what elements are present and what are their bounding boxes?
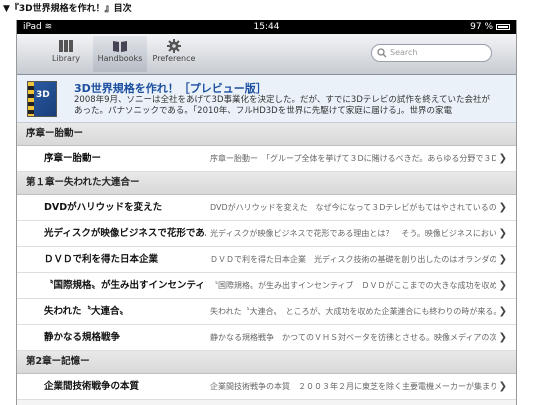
toc-row-preview: 企業間技術戦争の本質 ２００３年２月に東芝を除く主要電機メーカーが集まり	[210, 382, 496, 391]
toc-row[interactable]: 〝国際規格〟が生み出すインセンティブ 〝国際規格〟が生み出すインセンティブ ＤＶ…	[17, 273, 516, 299]
chevron-right-icon: ❯	[498, 153, 507, 164]
toc-row-preview: 序章ー胎動ー 「グループ全体を挙げて３Dに賭けるべきだ。あらゆる分野で３Dに対応…	[210, 154, 496, 163]
book-cover-text: 3D	[36, 90, 50, 100]
chevron-right-icon: ❯	[498, 381, 507, 392]
section-header: 第2章ー記憶ー	[17, 351, 516, 374]
chevron-right-icon: ❯	[498, 280, 507, 291]
chevron-right-icon: ❯	[498, 306, 507, 317]
battery-icon	[496, 24, 510, 30]
toc-row[interactable]: 光ディスクが映像ビジネスで花形であ… 光ディスクが映像ビジネスで花形である理由と…	[17, 221, 516, 247]
toc-row-title: 光ディスクが映像ビジネスで花形であ…	[44, 228, 206, 239]
chevron-right-icon: ❯	[498, 228, 507, 239]
clock: 15:44	[253, 22, 280, 32]
toc-row-title: 企業間技術戦争の本質	[44, 381, 140, 392]
section-header: 第１章ー失われた大連合ー	[17, 172, 516, 195]
toc-row-title: ＤＶＤで利を得た日本企業	[44, 254, 159, 265]
search-placeholder: Search	[390, 48, 418, 57]
toolbar: Library Handbooks Preference Search	[17, 34, 516, 75]
tab-label: Handbooks	[97, 54, 143, 63]
toc-row[interactable]: DVDがハリウッドを変えた DVDがハリウッドを変えた なぜ今になって３Dテレビ…	[17, 195, 516, 221]
book-cover: 3D	[27, 81, 57, 117]
toc-row[interactable]: 静かなる規格戦争 静かなる規格戦争 かつてのＶＨＳ対ベータを彷彿とさせる。映像メ…	[17, 325, 516, 351]
gear-icon	[167, 39, 181, 53]
search-input[interactable]: Search	[371, 44, 492, 62]
handbooks-icon	[113, 41, 127, 52]
toc-row[interactable]: 序章ー胎動ー 序章ー胎動ー 「グループ全体を挙げて３Dに賭けるべきだ。あらゆる分…	[17, 146, 516, 172]
tab-label: Preference	[152, 54, 196, 63]
toc-row[interactable]: ＤＶＤで利を得た日本企業 ＤＶＤで利を得た日本企業 光ディスク技術の基礎を創り出…	[17, 247, 516, 273]
library-icon	[59, 40, 73, 52]
toc-row-title: 静かなる規格戦争	[44, 332, 121, 343]
toc-row-preview: 〝国際規格〟が生み出すインセンティブ ＤＶＤがここまでの大きな成功を収めたのは	[210, 281, 496, 290]
book-title: 3D世界規格を作れ！［プレビュー版］	[74, 82, 267, 95]
page-caption: ▼『3D世界規格を作れ！』目次	[0, 0, 534, 20]
chevron-right-icon: ❯	[498, 254, 507, 265]
book-header[interactable]: 3D 3D世界規格を作れ！［プレビュー版］ 2008年9月、ソニーは全社をあげて…	[17, 75, 516, 123]
toc-row-title: 〝国際規格〟が生み出すインセンティブ	[44, 280, 206, 291]
toc-row[interactable]: 企業間技術戦争の本質 企業間技術戦争の本質 ２００３年２月に東芝を除く主要電機メ…	[17, 374, 516, 400]
chevron-right-icon: ❯	[498, 202, 507, 213]
tab-preference[interactable]: Preference	[147, 36, 201, 72]
toc-row-preview: ＤＶＤで利を得た日本企業 光ディスク技術の基礎を創り出したのはオランダのフィリッ…	[210, 255, 496, 264]
toc-list: 序章ー胎動ー 序章ー胎動ー 序章ー胎動ー 「グループ全体を挙げて３Dに賭けるべき…	[17, 123, 516, 400]
status-bar: iPad ≋ 15:44 97 %	[17, 20, 516, 34]
battery-indicator: 97 %	[470, 21, 510, 33]
section-header: 序章ー胎動ー	[17, 123, 516, 146]
tab-handbooks[interactable]: Handbooks	[93, 36, 147, 72]
toc-row[interactable]: 失われた〝大連合〟 失われた〝大連合〟 ところが、大成功を収めた企業連合にも終わ…	[17, 299, 516, 325]
toc-row-preview: 光ディスクが映像ビジネスで花形である理由とは？ そう。映像ビジネスにおいて光ディ…	[210, 229, 496, 238]
chevron-right-icon: ❯	[498, 332, 507, 343]
search-icon	[377, 48, 387, 58]
tab-label: Library	[52, 54, 80, 63]
toc-row-preview: 静かなる規格戦争 かつてのＶＨＳ対ベータを彷彿とさせる。映像メディアの次世代規格	[210, 333, 496, 342]
ipad-screen: iPad ≋ 15:44 97 % Library Handbooks Pref…	[16, 20, 517, 405]
toc-row-title: DVDがハリウッドを変えた	[44, 202, 163, 213]
toc-row-title: 失われた〝大連合〟	[44, 306, 130, 317]
book-description: 2008年9月、ソニーは全社をあげて3D事業化を決定した。だが、すでに3Dテレビ…	[74, 95, 490, 116]
toc-row-title: 序章ー胎動ー	[44, 153, 102, 164]
toc-row-preview: DVDがハリウッドを変えた なぜ今になって３Dテレビがもてはやされているのだろう…	[210, 203, 496, 212]
toc-row-preview: 失われた〝大連合〟 ところが、大成功を収めた企業連合にも終わりの時が来る。	[210, 307, 496, 316]
tab-library[interactable]: Library	[39, 36, 93, 72]
